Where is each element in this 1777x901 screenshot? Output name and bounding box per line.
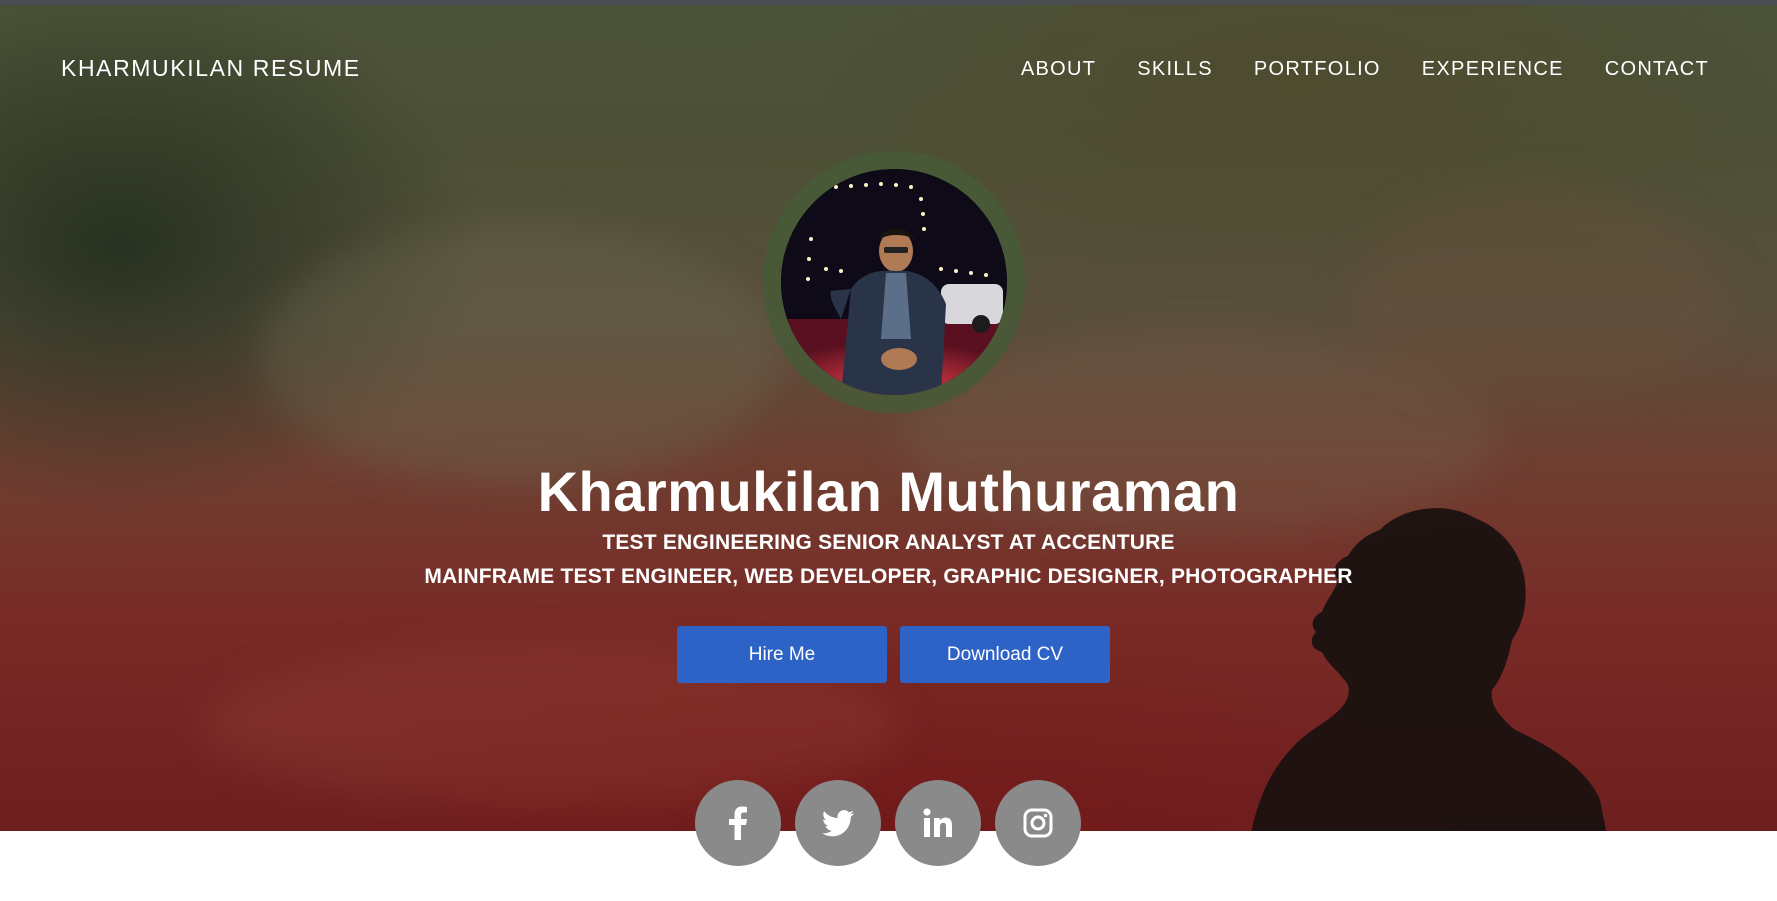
hero-section: KHARMUKILAN RESUME ABOUT SKILLS PORTFOLI… <box>0 5 1777 831</box>
nav-item-experience[interactable]: EXPERIENCE <box>1422 58 1564 81</box>
nav-item-skills[interactable]: SKILLS <box>1137 58 1213 81</box>
linkedin-icon <box>923 808 952 837</box>
twitter-icon <box>822 809 854 836</box>
brand-title[interactable]: KHARMUKILAN RESUME <box>61 55 361 82</box>
top-navigation: KHARMUKILAN RESUME ABOUT SKILLS PORTFOLI… <box>0 5 1777 135</box>
facebook-icon <box>729 806 747 840</box>
instagram-button[interactable] <box>995 780 1081 866</box>
profile-photo <box>781 169 1007 395</box>
instagram-icon <box>1023 808 1053 838</box>
cloud-decoration <box>260 225 780 485</box>
hero-subtitle-skills: MAINFRAME TEST ENGINEER, WEB DEVELOPER, … <box>424 565 1353 588</box>
hero-subtitle-role: TEST ENGINEERING SENIOR ANALYST AT ACCEN… <box>602 531 1175 554</box>
nav-item-contact[interactable]: CONTACT <box>1605 58 1709 81</box>
facebook-button[interactable] <box>695 780 781 866</box>
nav-item-about[interactable]: ABOUT <box>1021 58 1096 81</box>
nav-menu: ABOUT SKILLS PORTFOLIO EXPERIENCE CONTAC… <box>1021 58 1709 81</box>
hire-me-button[interactable]: Hire Me <box>677 626 887 683</box>
twitter-button[interactable] <box>795 780 881 866</box>
profile-avatar <box>781 169 1007 395</box>
nav-item-portfolio[interactable]: PORTFOLIO <box>1254 58 1381 81</box>
cloud-decoration <box>1350 185 1730 405</box>
linkedin-button[interactable] <box>895 780 981 866</box>
hero-name: Kharmukilan Muthuraman <box>537 460 1240 523</box>
download-cv-button[interactable]: Download CV <box>900 626 1110 683</box>
